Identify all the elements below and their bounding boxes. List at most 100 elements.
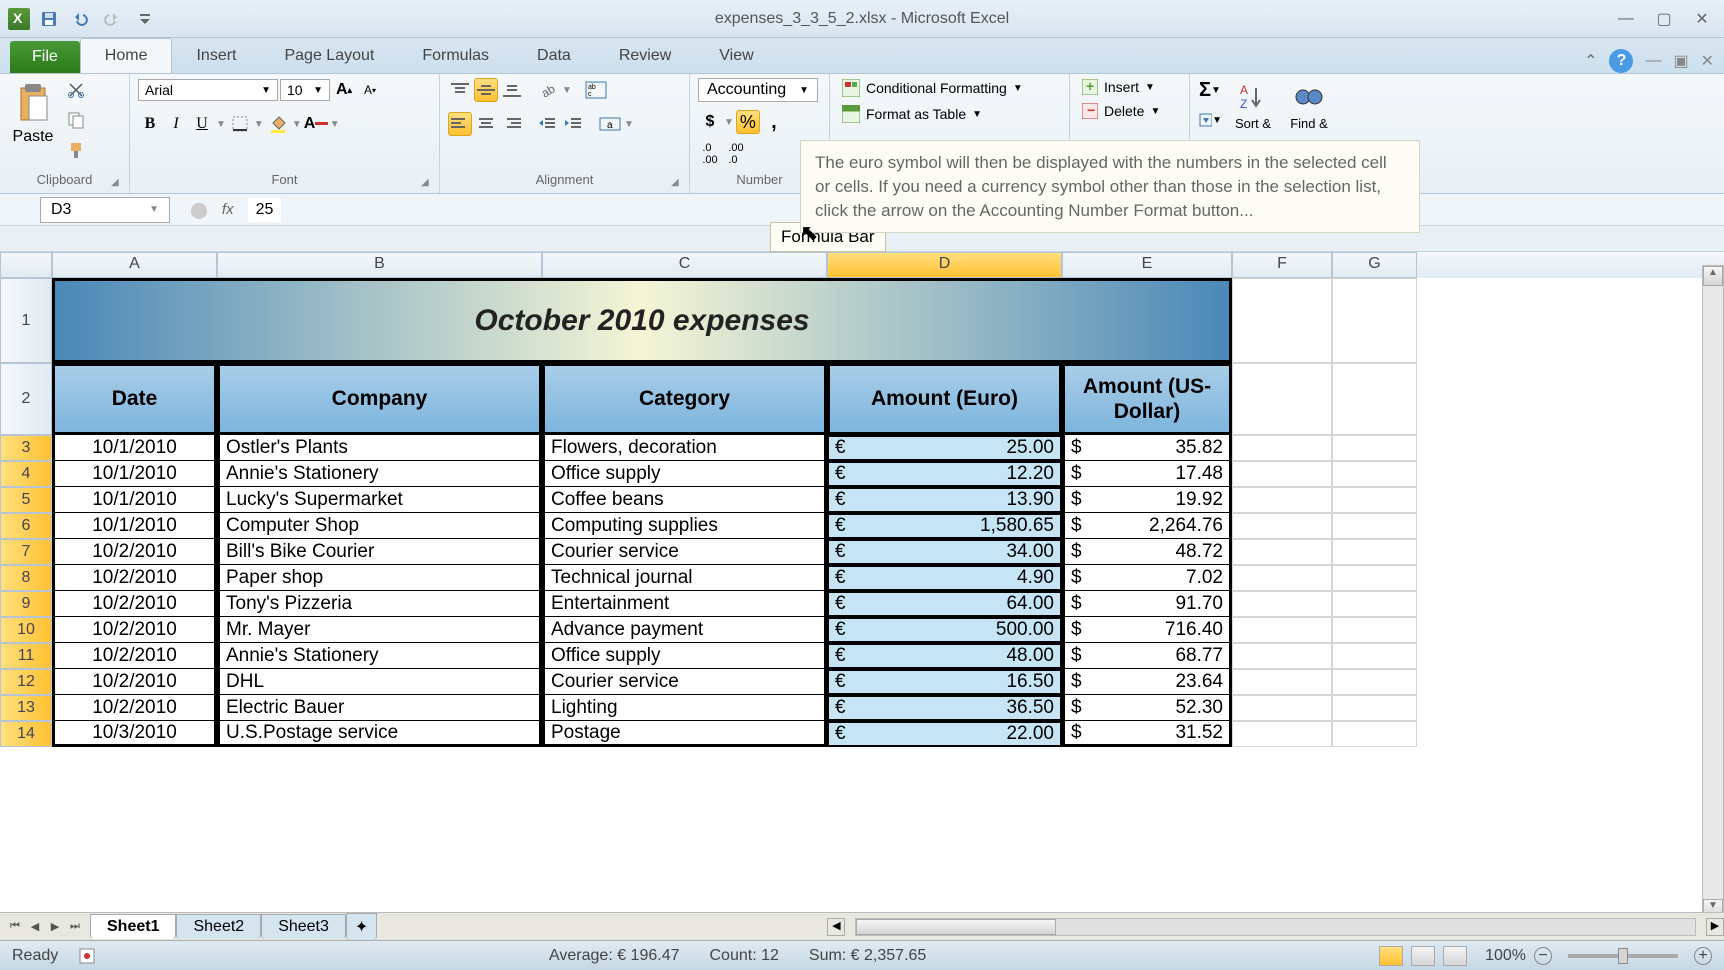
- cell-euro[interactable]: €500.00: [827, 617, 1062, 643]
- align-top-button[interactable]: [448, 78, 472, 102]
- page-layout-view-button[interactable]: [1411, 946, 1435, 966]
- col-header-G[interactable]: G: [1332, 252, 1417, 278]
- decrease-decimal-button[interactable]: .00.0: [724, 142, 748, 166]
- cell[interactable]: Postage: [542, 721, 827, 747]
- col-header-F[interactable]: F: [1232, 252, 1332, 278]
- table-header[interactable]: Company: [217, 363, 542, 435]
- align-bottom-button[interactable]: [500, 78, 524, 102]
- insert-cells-button[interactable]: +Insert ▼: [1078, 78, 1164, 96]
- tab-formulas[interactable]: Formulas: [398, 39, 513, 73]
- cell[interactable]: Mr. Mayer: [217, 617, 542, 643]
- cell-euro[interactable]: €34.00: [827, 539, 1062, 565]
- orientation-button[interactable]: ab: [536, 78, 560, 102]
- cancel-formula-icon[interactable]: ⬤: [190, 200, 208, 220]
- cell[interactable]: Office supply: [542, 461, 827, 487]
- row-header-4[interactable]: 4: [0, 461, 52, 487]
- percent-format-button[interactable]: %: [736, 110, 760, 134]
- maximize-button[interactable]: ▢: [1652, 9, 1676, 29]
- help-button[interactable]: ?: [1609, 49, 1633, 73]
- italic-button[interactable]: I: [164, 112, 188, 136]
- cell-euro[interactable]: €12.20: [827, 461, 1062, 487]
- number-format-select[interactable]: Accounting▼: [698, 78, 818, 102]
- delete-cells-button[interactable]: −Delete ▼: [1078, 102, 1164, 120]
- cell[interactable]: Bill's Bike Courier: [217, 539, 542, 565]
- tab-review[interactable]: Review: [595, 39, 695, 73]
- cell[interactable]: Electric Bauer: [217, 695, 542, 721]
- sort-filter-button[interactable]: AZ Sort &: [1228, 78, 1278, 135]
- cell[interactable]: 10/2/2010: [52, 539, 217, 565]
- row-header-10[interactable]: 10: [0, 617, 52, 643]
- col-header-D[interactable]: D: [827, 252, 1062, 278]
- comma-format-button[interactable]: ,: [762, 110, 786, 134]
- cell[interactable]: DHL: [217, 669, 542, 695]
- normal-view-button[interactable]: [1379, 946, 1403, 966]
- next-sheet-button[interactable]: ▶: [46, 917, 64, 937]
- excel-app-icon[interactable]: [8, 8, 30, 30]
- row-header-6[interactable]: 6: [0, 513, 52, 539]
- zoom-level[interactable]: 100%: [1485, 947, 1526, 965]
- cell-euro[interactable]: €25.00: [827, 435, 1062, 461]
- cell-usd[interactable]: $19.92: [1062, 487, 1232, 513]
- doc-minimize-button[interactable]: —: [1645, 52, 1661, 70]
- last-sheet-button[interactable]: ⏭: [66, 917, 84, 937]
- row-header-3[interactable]: 3: [0, 435, 52, 461]
- cell-usd[interactable]: $23.64: [1062, 669, 1232, 695]
- qat-customize-button[interactable]: [132, 6, 158, 32]
- cell[interactable]: 10/1/2010: [52, 461, 217, 487]
- worksheet-grid[interactable]: ABCDEFG 1234567891011121314 October 2010…: [0, 252, 1724, 747]
- cell[interactable]: Office supply: [542, 643, 827, 669]
- table-header[interactable]: Category: [542, 363, 827, 435]
- align-center-button[interactable]: [474, 112, 498, 136]
- first-sheet-button[interactable]: ⏮: [6, 917, 24, 937]
- close-button[interactable]: ✕: [1690, 9, 1714, 29]
- row-header-14[interactable]: 14: [0, 721, 52, 747]
- fill-button[interactable]: ▼: [1198, 108, 1222, 132]
- col-header-A[interactable]: A: [52, 252, 217, 278]
- select-all-corner[interactable]: [0, 252, 52, 278]
- cell[interactable]: Coffee beans: [542, 487, 827, 513]
- tab-insert[interactable]: Insert: [172, 39, 260, 73]
- cell[interactable]: 10/2/2010: [52, 591, 217, 617]
- cell[interactable]: 10/2/2010: [52, 617, 217, 643]
- format-as-table-button[interactable]: Format as Table ▼: [838, 104, 1027, 124]
- autosum-button[interactable]: Σ ▼: [1198, 78, 1222, 102]
- cell[interactable]: U.S.Postage service: [217, 721, 542, 747]
- cell-euro[interactable]: €4.90: [827, 565, 1062, 591]
- cell[interactable]: Courier service: [542, 539, 827, 565]
- align-left-button[interactable]: [448, 112, 472, 136]
- sheet-tab-1[interactable]: Sheet1: [90, 914, 176, 939]
- align-right-button[interactable]: [500, 112, 524, 136]
- row-header-8[interactable]: 8: [0, 565, 52, 591]
- minimize-button[interactable]: —: [1614, 9, 1638, 29]
- cell-euro[interactable]: €1,580.65: [827, 513, 1062, 539]
- fill-color-button[interactable]: [266, 112, 290, 136]
- table-header[interactable]: Date: [52, 363, 217, 435]
- row-header-9[interactable]: 9: [0, 591, 52, 617]
- cell-usd[interactable]: $35.82: [1062, 435, 1232, 461]
- cell-euro[interactable]: €13.90: [827, 487, 1062, 513]
- tab-data[interactable]: Data: [513, 39, 595, 73]
- shrink-font-button[interactable]: A▾: [358, 78, 382, 102]
- row-header-1[interactable]: 1: [0, 278, 52, 363]
- cell[interactable]: Lighting: [542, 695, 827, 721]
- cell[interactable]: Courier service: [542, 669, 827, 695]
- cell[interactable]: 10/2/2010: [52, 669, 217, 695]
- underline-button[interactable]: U: [190, 112, 214, 136]
- page-break-view-button[interactable]: [1443, 946, 1467, 966]
- tab-view[interactable]: View: [695, 39, 777, 73]
- table-header[interactable]: Amount (Euro): [827, 363, 1062, 435]
- cell[interactable]: Lucky's Supermarket: [217, 487, 542, 513]
- font-dialog-launcher[interactable]: ◢: [421, 177, 435, 191]
- tab-page-layout[interactable]: Page Layout: [260, 39, 398, 73]
- accounting-format-button[interactable]: $: [698, 110, 722, 134]
- cell-euro[interactable]: €36.50: [827, 695, 1062, 721]
- name-box[interactable]: D3▼: [40, 197, 170, 223]
- row-header-11[interactable]: 11: [0, 643, 52, 669]
- copy-button[interactable]: [64, 108, 88, 132]
- cell-usd[interactable]: $48.72: [1062, 539, 1232, 565]
- hscroll-left-button[interactable]: ◀: [827, 918, 845, 936]
- conditional-formatting-button[interactable]: Conditional Formatting ▼: [838, 78, 1027, 98]
- redo-button[interactable]: [100, 6, 126, 32]
- cell[interactable]: 10/3/2010: [52, 721, 217, 747]
- decrease-indent-button[interactable]: [536, 112, 560, 136]
